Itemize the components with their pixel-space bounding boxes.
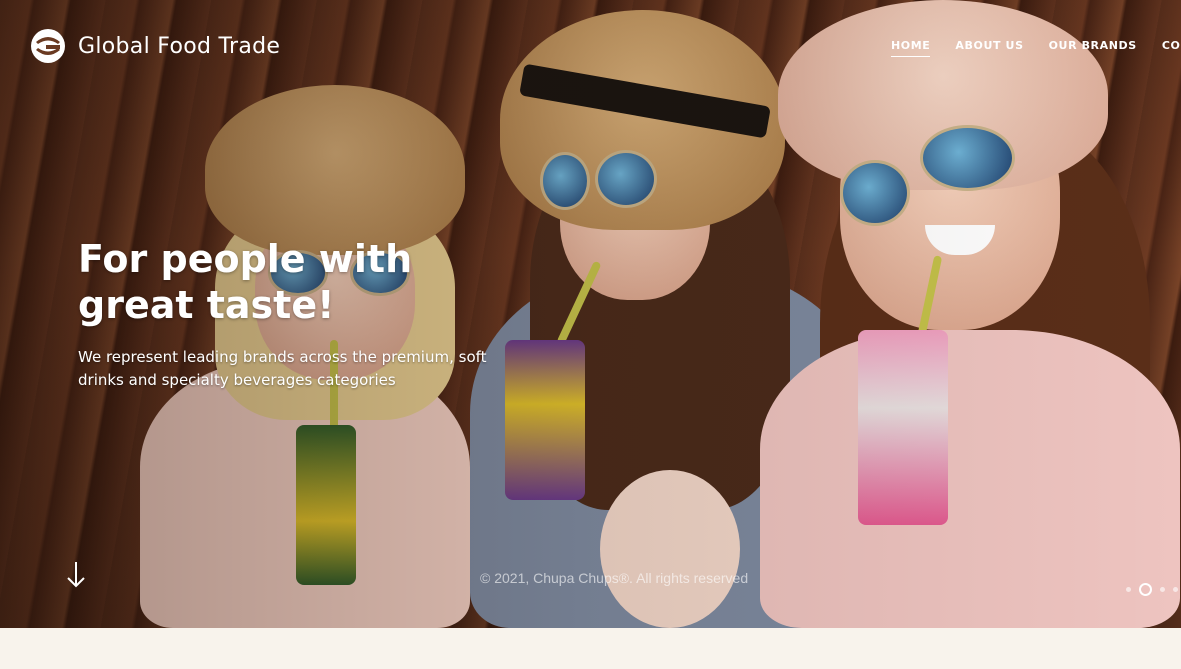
page-footer-band: [0, 628, 1181, 669]
nav-item-about-us[interactable]: ABOUT US: [955, 39, 1023, 57]
g-logo-icon: [30, 28, 66, 64]
brand-logo[interactable]: Global Food Trade: [30, 28, 280, 64]
slider-dot-2[interactable]: [1139, 583, 1152, 596]
main-nav: HOME ABOUT US OUR BRANDS CONTACT: [891, 39, 1181, 57]
brand-name: Global Food Trade: [78, 33, 281, 59]
hero-headline: For people with great taste!: [78, 237, 413, 327]
nav-item-our-brands[interactable]: OUR BRANDS: [1049, 39, 1137, 57]
page: Global Food Trade HOME ABOUT US OUR BRAN…: [0, 0, 1181, 669]
nav-item-contact[interactable]: CONTACT: [1162, 39, 1181, 57]
hero-subline: We represent leading brands across the p…: [78, 348, 487, 389]
image-copyright: © 2021, Chupa Chups®. All rights reserve…: [480, 570, 749, 586]
nav-item-home[interactable]: HOME: [891, 39, 931, 57]
slider-dots: [1126, 583, 1178, 596]
slider-dot-4[interactable]: [1173, 587, 1178, 592]
arrow-down-icon[interactable]: [65, 560, 87, 590]
slider-dot-1[interactable]: [1126, 587, 1131, 592]
slider-dot-3[interactable]: [1160, 587, 1165, 592]
